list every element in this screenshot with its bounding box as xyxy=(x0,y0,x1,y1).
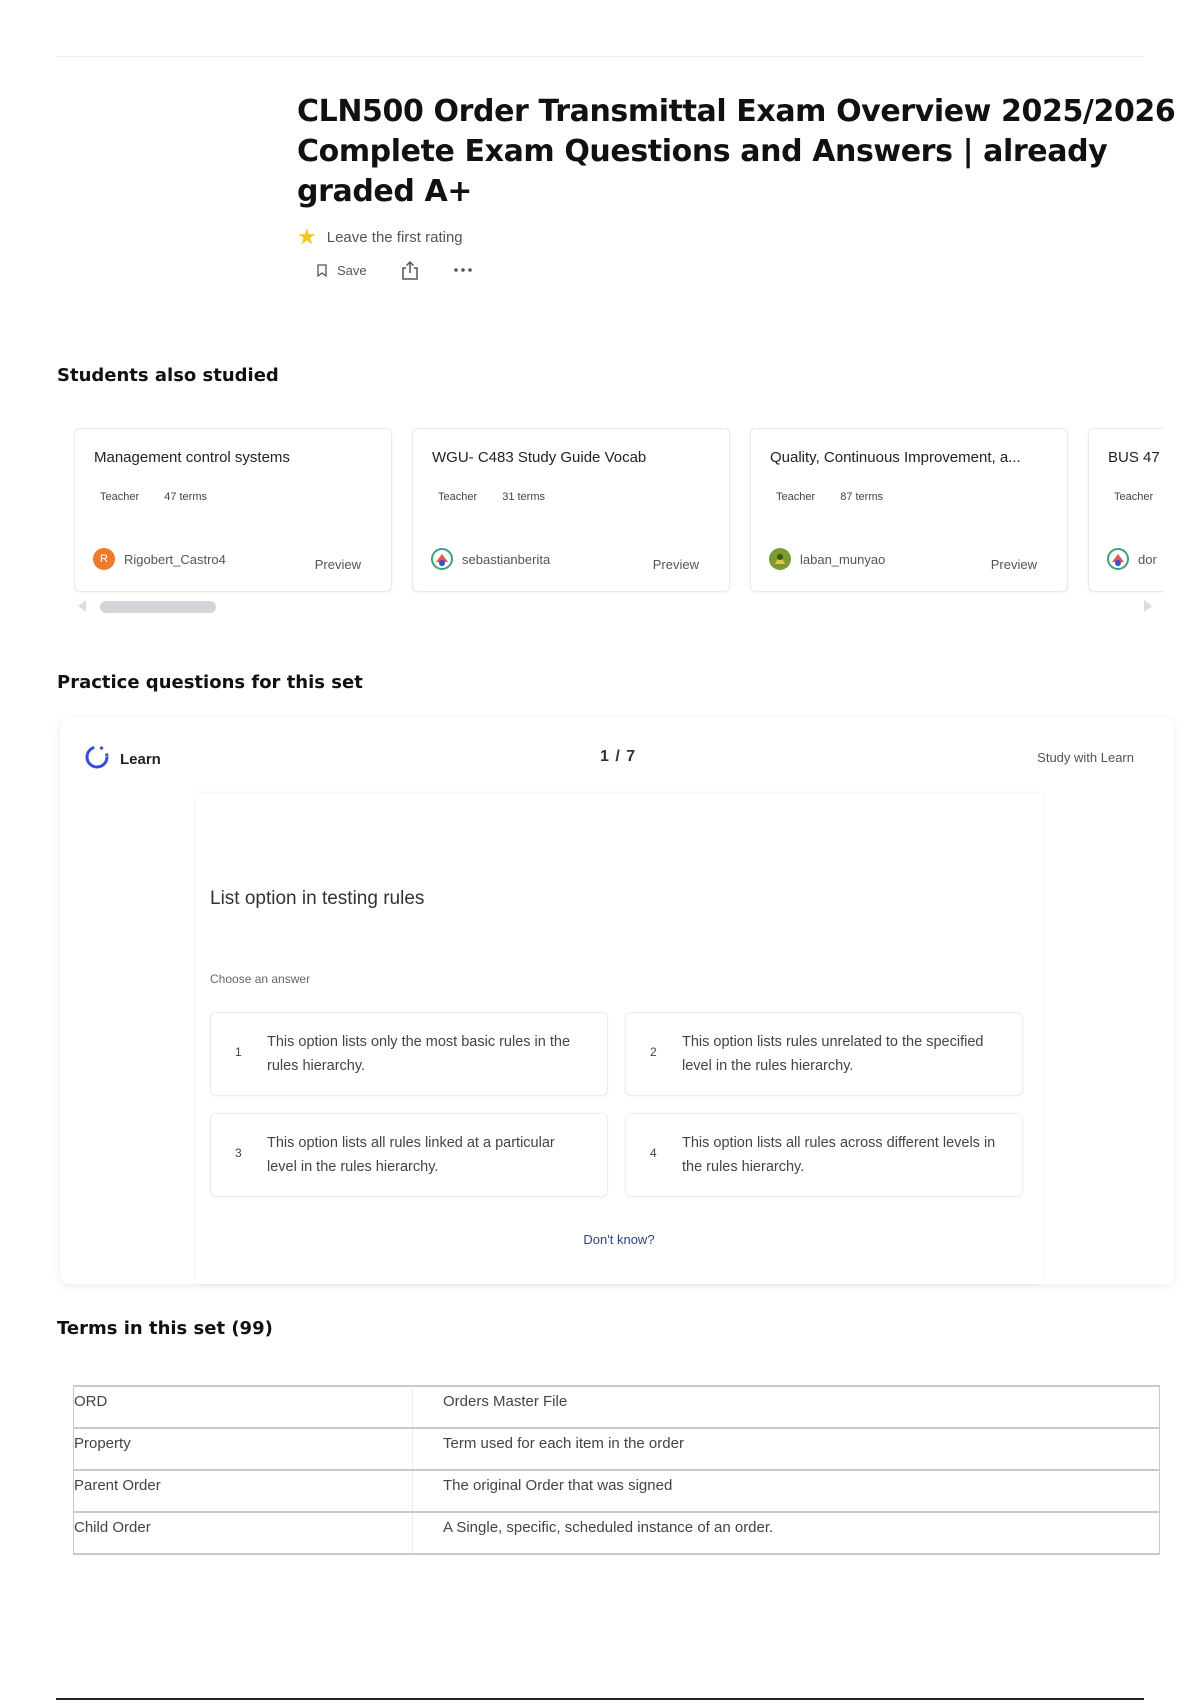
answer-option-3[interactable]: 3 This option lists all rules linked at … xyxy=(210,1113,608,1197)
avatar xyxy=(769,548,791,570)
share-icon xyxy=(401,260,419,280)
dont-know-button[interactable]: Don't know? xyxy=(196,1232,1042,1247)
option-number: 4 xyxy=(650,1146,657,1160)
option-text: This option lists all rules linked at a … xyxy=(267,1135,555,1175)
author-name: sebastianberita xyxy=(462,551,551,567)
author-name: Rigobert_Castro4 xyxy=(124,551,226,567)
card-term-count: 31 terms xyxy=(502,491,545,503)
practice-questions-heading: Practice questions for this set xyxy=(57,672,363,693)
study-with-learn-link[interactable]: Study with Learn xyxy=(1037,750,1134,765)
card-author[interactable]: sebastianberita xyxy=(431,548,550,570)
action-bar: Save xyxy=(317,260,1177,280)
learn-icon xyxy=(84,744,110,775)
table-row: Parent Order The original Order that was… xyxy=(73,1469,1160,1513)
question-card: List option in testing rules Choose an a… xyxy=(196,794,1042,1284)
option-text: This option lists all rules across diffe… xyxy=(682,1135,996,1175)
answer-option-2[interactable]: 2 This option lists rules unrelated to t… xyxy=(625,1012,1023,1096)
card-title: BUS 47 xyxy=(1108,449,1160,466)
option-number: 3 xyxy=(235,1146,242,1160)
option-number: 2 xyxy=(650,1045,657,1059)
definition-cell: A Single, specific, scheduled instance o… xyxy=(412,1511,1160,1555)
term-cell: ORD xyxy=(73,1385,413,1429)
star-icon: ★ xyxy=(297,224,317,249)
card-title: Quality, Continuous Improvement, a... xyxy=(770,449,1021,466)
share-button[interactable] xyxy=(401,260,419,280)
table-row: Property Term used for each item in the … xyxy=(73,1427,1160,1471)
bookmark-icon xyxy=(317,263,327,277)
terms-heading: Terms in this set (99) xyxy=(57,1318,273,1339)
card-meta: Teacher 31 terms xyxy=(438,491,567,503)
author-name: dor xyxy=(1138,551,1157,567)
scroll-right-arrow-icon[interactable] xyxy=(1144,600,1152,612)
option-text: This option lists rules unrelated to the… xyxy=(682,1034,984,1074)
related-set-card[interactable]: Management control systems Teacher 47 te… xyxy=(74,428,392,592)
card-title: Management control systems xyxy=(94,449,290,466)
more-horizontal-icon xyxy=(453,267,473,273)
top-divider xyxy=(56,56,1144,57)
answer-option-4[interactable]: 4 This option lists all rules across dif… xyxy=(625,1113,1023,1197)
term-cell: Child Order xyxy=(73,1511,413,1555)
card-title: WGU- C483 Study Guide Vocab xyxy=(432,449,647,466)
related-set-card[interactable]: WGU- C483 Study Guide Vocab Teacher 31 t… xyxy=(412,428,730,592)
answer-option-1[interactable]: 1 This option lists only the most basic … xyxy=(210,1012,608,1096)
more-options-button[interactable] xyxy=(453,267,473,273)
term-cell: Parent Order xyxy=(73,1469,413,1513)
page-title: CLN500 Order Transmittal Exam Overview 2… xyxy=(297,94,1176,209)
definition-cell: Orders Master File xyxy=(412,1385,1160,1429)
card-meta: Teacher 47 terms xyxy=(100,491,229,503)
related-set-card[interactable]: Quality, Continuous Improvement, a... Te… xyxy=(750,428,1068,592)
rating-link[interactable]: Leave the first rating xyxy=(327,229,463,246)
scroll-left-arrow-icon[interactable] xyxy=(78,600,86,612)
table-row: ORD Orders Master File xyxy=(73,1385,1160,1429)
card-term-count: 87 terms xyxy=(840,491,883,503)
learn-mode-label: Learn xyxy=(120,751,161,768)
card-author[interactable]: laban_munyao xyxy=(769,548,885,570)
save-label: Save xyxy=(337,262,367,278)
avatar xyxy=(431,548,453,570)
question-counter: 1 / 7 xyxy=(600,748,637,765)
card-author[interactable]: dor xyxy=(1107,548,1157,570)
related-sets-carousel[interactable]: Management control systems Teacher 47 te… xyxy=(74,426,1163,598)
card-role: Teacher xyxy=(1114,491,1154,503)
save-button[interactable]: Save xyxy=(317,263,367,278)
card-meta: Teacher xyxy=(1114,491,1163,503)
choose-answer-label: Choose an answer xyxy=(210,972,311,986)
avatar: R xyxy=(93,548,115,570)
author-name: laban_munyao xyxy=(800,551,886,567)
option-text: This option lists only the most basic ru… xyxy=(267,1034,571,1074)
learn-practice-panel: Learn 1 / 7 Study with Learn List option… xyxy=(60,718,1174,1284)
term-cell: Property xyxy=(73,1427,413,1471)
card-role: Teacher xyxy=(776,491,816,503)
learn-mode-header: Learn xyxy=(84,744,161,775)
students-also-studied-heading: Students also studied xyxy=(57,365,279,386)
preview-button[interactable]: Preview xyxy=(315,557,361,572)
card-role: Teacher xyxy=(100,491,140,503)
carousel-scrollbar[interactable] xyxy=(100,601,216,613)
terms-table: ORD Orders Master File Property Term use… xyxy=(73,1385,1160,1555)
card-role: Teacher xyxy=(438,491,478,503)
set-header: CLN500 Order Transmittal Exam Overview 2… xyxy=(297,92,1177,280)
preview-button[interactable]: Preview xyxy=(991,557,1037,572)
definition-cell: The original Order that was signed xyxy=(412,1469,1160,1513)
card-author[interactable]: R Rigobert_Castro4 xyxy=(93,548,226,570)
question-text: List option in testing rules xyxy=(210,888,425,909)
option-number: 1 xyxy=(235,1045,242,1059)
rating-row[interactable]: ★ Leave the first rating xyxy=(297,226,1177,248)
table-row: Child Order A Single, specific, schedule… xyxy=(73,1511,1160,1555)
avatar xyxy=(1107,548,1129,570)
card-term-count: 47 terms xyxy=(164,491,207,503)
preview-button[interactable]: Preview xyxy=(653,557,699,572)
definition-cell: Term used for each item in the order xyxy=(412,1427,1160,1471)
card-meta: Teacher 87 terms xyxy=(776,491,905,503)
related-set-card[interactable]: BUS 47 Teacher dor xyxy=(1088,428,1163,592)
